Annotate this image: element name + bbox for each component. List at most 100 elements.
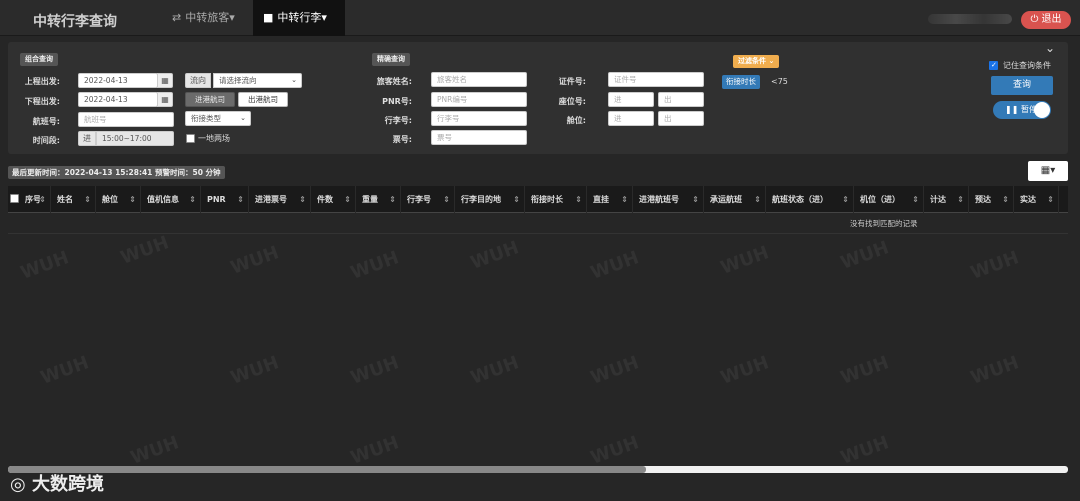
ticket-number-input[interactable]: 票号: [431, 130, 527, 145]
sort-icon: ⇕: [237, 195, 244, 204]
sort-icon: ⇕: [621, 195, 628, 204]
col-header[interactable]: 计达 ⇕: [924, 186, 969, 213]
watermark: WUH: [467, 237, 522, 274]
watermark: WUH: [227, 352, 282, 389]
col-header[interactable]: 姓名 ⇕: [51, 186, 96, 213]
col-header-label: 机位（进）: [860, 195, 900, 204]
col-header[interactable]: 重量 ⇕: [356, 186, 401, 213]
logo-text: 大数跨境: [32, 474, 104, 495]
filter-conditions-label: 过滤条件: [738, 57, 766, 65]
col-header-label: PNR: [207, 195, 226, 204]
watermark: WUH: [227, 242, 282, 279]
horizontal-scrollbar[interactable]: [8, 466, 1068, 473]
sort-icon: ⇕: [443, 195, 450, 204]
col-header-label: 行李号: [407, 195, 431, 204]
col-header-label: 进港航班号: [639, 195, 679, 204]
query-button[interactable]: 查询: [991, 76, 1053, 95]
connection-duration-button[interactable]: 衔接时长: [722, 75, 760, 89]
col-header[interactable]: 件数 ⇕: [311, 186, 356, 213]
briefcase-icon: ■: [263, 11, 274, 24]
logout-button[interactable]: ⏻ 退出: [1021, 11, 1071, 29]
calendar-icon[interactable]: ▦: [157, 73, 173, 88]
col-header-label: 进港票号: [255, 195, 287, 204]
nav-transfer-baggage[interactable]: ■ 中转行李▾: [253, 0, 345, 36]
column-toggle-button[interactable]: ▦▾: [1028, 161, 1068, 181]
watermark: WUH: [837, 352, 892, 389]
flight-number-input[interactable]: 航班号: [78, 112, 174, 127]
same-place-checkbox[interactable]: [186, 134, 195, 143]
empty-message: 没有找到匹配的记录: [850, 219, 918, 228]
lower-departure-date-input[interactable]: 2022-04-13: [78, 92, 158, 107]
col-header[interactable]: 行李号 ⇕: [401, 186, 455, 213]
upper-departure-label: 上程出发:: [24, 77, 60, 86]
inbound-airline-button[interactable]: 进港航司: [185, 92, 235, 107]
col-header[interactable]: 进港票号 ⇕: [249, 186, 311, 213]
footer-logo: ◎ 大数跨境: [10, 470, 104, 496]
flow-addon: 流向: [185, 73, 211, 88]
watermark: WUH: [587, 247, 642, 284]
watermark: WUH: [347, 352, 402, 389]
logo-icon: ◎: [10, 474, 26, 495]
seat-in-input[interactable]: 进: [608, 92, 654, 107]
flow-select[interactable]: 请选择流向 ⌄: [213, 73, 302, 88]
logout-icon: ⏻: [1030, 14, 1039, 25]
passenger-name-input[interactable]: 旅客姓名: [431, 72, 527, 87]
col-header[interactable]: 预达 ⇕: [969, 186, 1014, 213]
seat-out-input[interactable]: 出: [658, 92, 704, 107]
col-header[interactable]: 行李目的地 ⇕: [455, 186, 525, 213]
col-header[interactable]: PNR ⇕: [201, 186, 249, 213]
col-header[interactable]: 航班状态（进） ⇕: [766, 186, 854, 213]
col-header[interactable]: 舱位 ⇕: [96, 186, 141, 213]
col-header[interactable]: 直挂 ⇕: [587, 186, 633, 213]
time-range-input[interactable]: 15:00~17:00: [96, 131, 174, 146]
nav-transfer-baggage-label: 中转行李▾: [277, 11, 327, 24]
select-all-checkbox[interactable]: [10, 194, 19, 203]
sort-icon: ⇕: [957, 195, 964, 204]
cabin-label: 舱位:: [566, 116, 586, 125]
sort-icon: ⇕: [299, 195, 306, 204]
combo-query-label: 组合查询: [20, 53, 58, 66]
sort-icon: ⇕: [189, 195, 196, 204]
col-header[interactable]: 承运航班 ⇕: [704, 186, 766, 213]
cabin-out-input[interactable]: 出: [658, 111, 704, 126]
id-number-input[interactable]: 证件号: [608, 72, 704, 87]
table-header: 序号 ⇕ 姓名 ⇕ 舱位 ⇕ 值机信息 ⇕ PNR ⇕ 进港票号 ⇕ 件数 ⇕ 重量 ⇕ 行李号…: [8, 186, 1068, 213]
col-header[interactable]: 实达 ⇕: [1014, 186, 1059, 213]
col-header-label: 姓名: [57, 195, 73, 204]
col-header[interactable]: 值机信息 ⇕: [141, 186, 201, 213]
chevron-down-icon: ⌄: [291, 76, 297, 84]
sort-icon: ⇕: [842, 195, 849, 204]
collapse-chevron-icon[interactable]: ⌄: [1045, 41, 1055, 55]
remember-conditions-label: 记住查询条件: [1003, 61, 1051, 70]
col-header-label: 航班状态（进）: [772, 195, 828, 204]
calendar-icon[interactable]: ▦: [157, 92, 173, 107]
watermark: WUH: [587, 432, 642, 469]
connection-type-select[interactable]: 衔接类型 ⌄: [185, 111, 251, 126]
watermark: WUH: [837, 432, 892, 469]
pause-toggle[interactable]: ❚❚ 暂停: [993, 101, 1051, 119]
sort-icon: ⇕: [39, 195, 46, 204]
watermark: WUH: [347, 432, 402, 469]
col-header-label: 舱位: [102, 195, 118, 204]
col-header[interactable]: 机位（进） ⇕: [854, 186, 924, 213]
sort-icon: ⇕: [513, 195, 520, 204]
nav-transfer-passenger[interactable]: ⇄ 中转旅客▾: [162, 0, 245, 36]
col-header-label: 实达: [1020, 195, 1036, 204]
col-header-label: 预达: [975, 195, 991, 204]
cabin-in-input[interactable]: 进: [608, 111, 654, 126]
upper-departure-date-input[interactable]: 2022-04-13: [78, 73, 158, 88]
pause-icon: ❚❚: [1005, 105, 1019, 114]
sort-icon: ⇕: [84, 195, 91, 204]
remember-conditions-checkbox[interactable]: [989, 61, 998, 70]
watermark: WUH: [837, 237, 892, 274]
filter-conditions-button[interactable]: 过滤条件 ⌄: [733, 55, 780, 68]
pnr-input[interactable]: PNR编号: [431, 92, 527, 107]
col-header[interactable]: 进港航班号 ⇕: [633, 186, 704, 213]
outbound-airline-button[interactable]: 出港航司: [238, 92, 288, 107]
col-header[interactable]: 衔接时长 ⇕: [525, 186, 587, 213]
col-header[interactable]: 序号 ⇕: [19, 186, 51, 213]
pnr-label: PNR号:: [382, 97, 412, 106]
bag-number-input[interactable]: 行李号: [431, 111, 527, 126]
watermark: WUH: [117, 232, 172, 269]
flight-number-label: 航班号:: [32, 117, 60, 126]
